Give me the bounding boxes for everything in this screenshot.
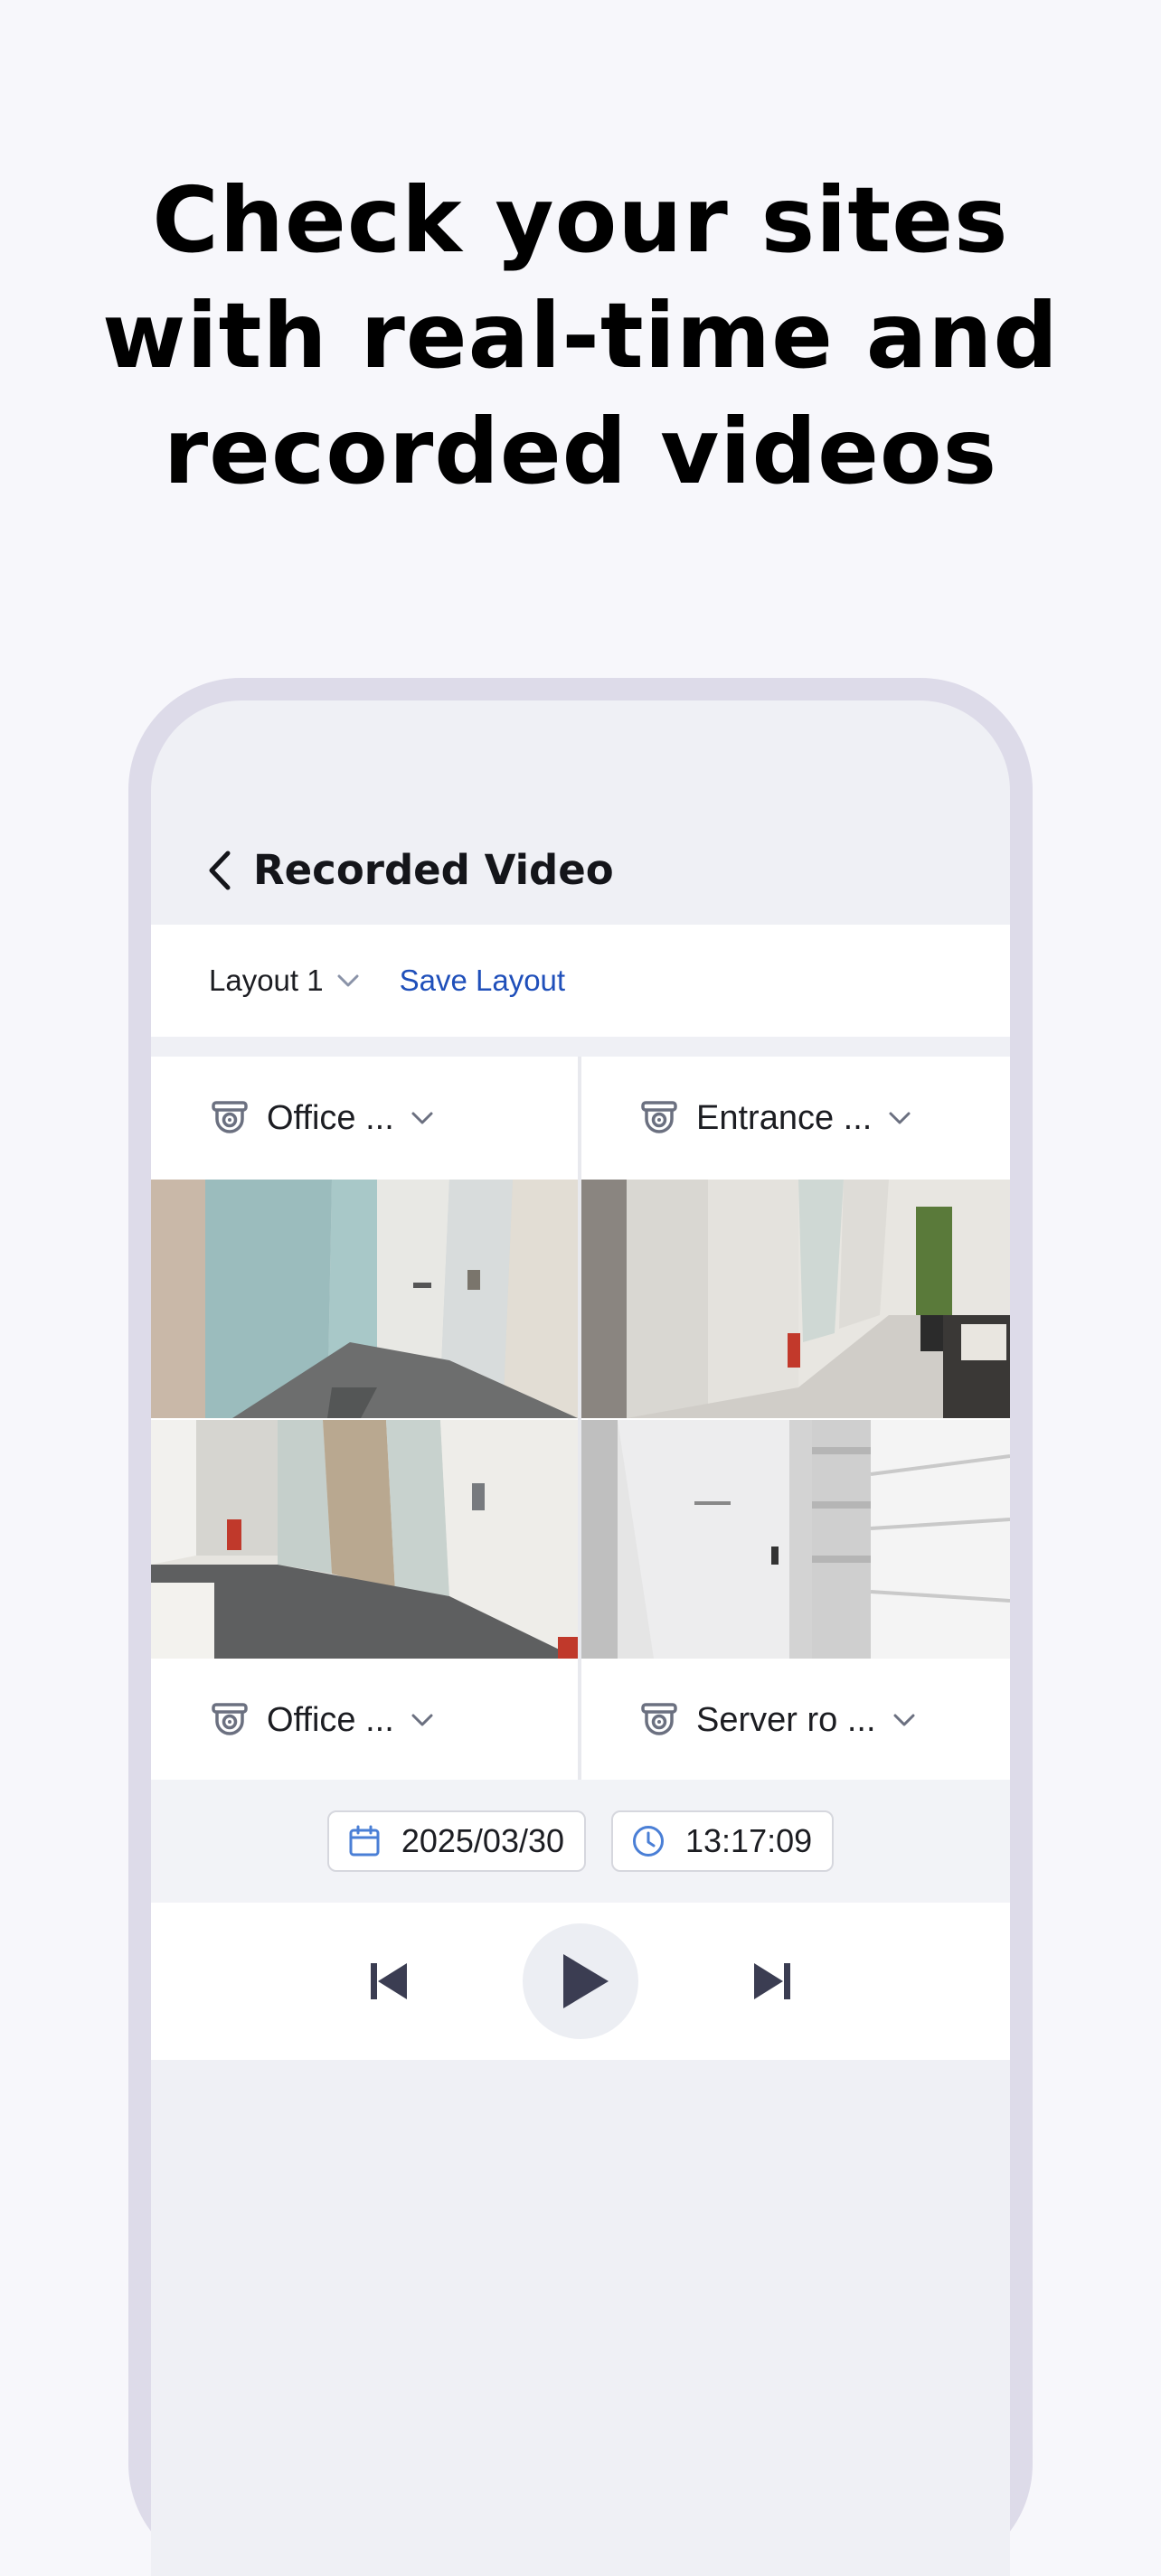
cctv-camera-icon	[212, 1101, 248, 1133]
chevron-down-icon	[411, 1112, 433, 1124]
camera-feed-3[interactable]	[151, 1420, 578, 1659]
camera-selector-3[interactable]: Office ...	[211, 1659, 434, 1782]
chevron-down-icon	[889, 1112, 911, 1124]
time-picker[interactable]: 13:17:09	[611, 1810, 835, 1872]
camera-selector-2[interactable]: Entrance ...	[640, 1057, 911, 1180]
camera-name: Office ...	[267, 1700, 394, 1739]
phone-screen: Recorded Video Layout 1 Save Layout Offi…	[151, 700, 1010, 2576]
feed-image	[151, 1180, 578, 1418]
headline-line-1: Check your sites	[152, 167, 1009, 273]
play-icon	[563, 1954, 609, 2008]
chevron-down-icon	[411, 1714, 433, 1726]
layout-bar: Layout 1 Save Layout	[151, 925, 1010, 1037]
skip-next-icon[interactable]	[749, 1958, 796, 2005]
layout-dropdown[interactable]: Layout 1	[209, 964, 360, 998]
cctv-camera-icon	[641, 1101, 677, 1133]
skip-previous-icon[interactable]	[365, 1958, 412, 2005]
grid-divider	[578, 1057, 581, 1780]
chevron-down-icon	[893, 1714, 914, 1726]
page-title: Recorded Video	[253, 846, 614, 894]
camera-feed-4[interactable]	[581, 1420, 1010, 1659]
top-app-bar: Recorded Video	[151, 832, 1010, 908]
chevron-down-icon	[337, 974, 359, 987]
headline-line-3: recorded videos	[163, 399, 998, 504]
camera-feed-2[interactable]	[581, 1180, 1010, 1418]
layout-dropdown-label: Layout 1	[209, 964, 324, 997]
camera-selector-1[interactable]: Office ...	[211, 1057, 434, 1180]
calendar-icon	[349, 1825, 380, 1857]
feed-image	[151, 1420, 578, 1659]
cctv-camera-icon	[212, 1703, 248, 1735]
camera-name: Entrance ...	[696, 1098, 873, 1137]
clock-icon	[633, 1826, 665, 1857]
camera-name: Server ro ...	[696, 1700, 876, 1739]
date-time-bar: 2025/03/30 13:17:09	[151, 1780, 1010, 1903]
time-value: 13:17:09	[685, 1822, 813, 1859]
play-button[interactable]	[523, 1923, 638, 2039]
camera-selector-4[interactable]: Server ro ...	[640, 1659, 916, 1782]
chevron-left-icon[interactable]	[201, 848, 237, 893]
date-value: 2025/03/30	[401, 1822, 565, 1859]
headline: Check your sites with real-time and reco…	[0, 163, 1161, 510]
cctv-camera-icon	[641, 1703, 677, 1735]
feed-image	[581, 1420, 1010, 1659]
camera-name: Office ...	[267, 1098, 394, 1137]
headline-line-2: with real-time and	[101, 283, 1060, 389]
save-layout-button[interactable]: Save Layout	[400, 964, 565, 998]
feed-image	[581, 1180, 1010, 1418]
phone-frame: Recorded Video Layout 1 Save Layout Offi…	[128, 678, 1033, 2576]
camera-grid: Office ... Entrance ... Office ... Serve…	[151, 1057, 1010, 1780]
camera-feed-1[interactable]	[151, 1180, 578, 1418]
date-picker[interactable]: 2025/03/30	[326, 1810, 587, 1872]
playback-controls	[151, 1903, 1010, 2060]
